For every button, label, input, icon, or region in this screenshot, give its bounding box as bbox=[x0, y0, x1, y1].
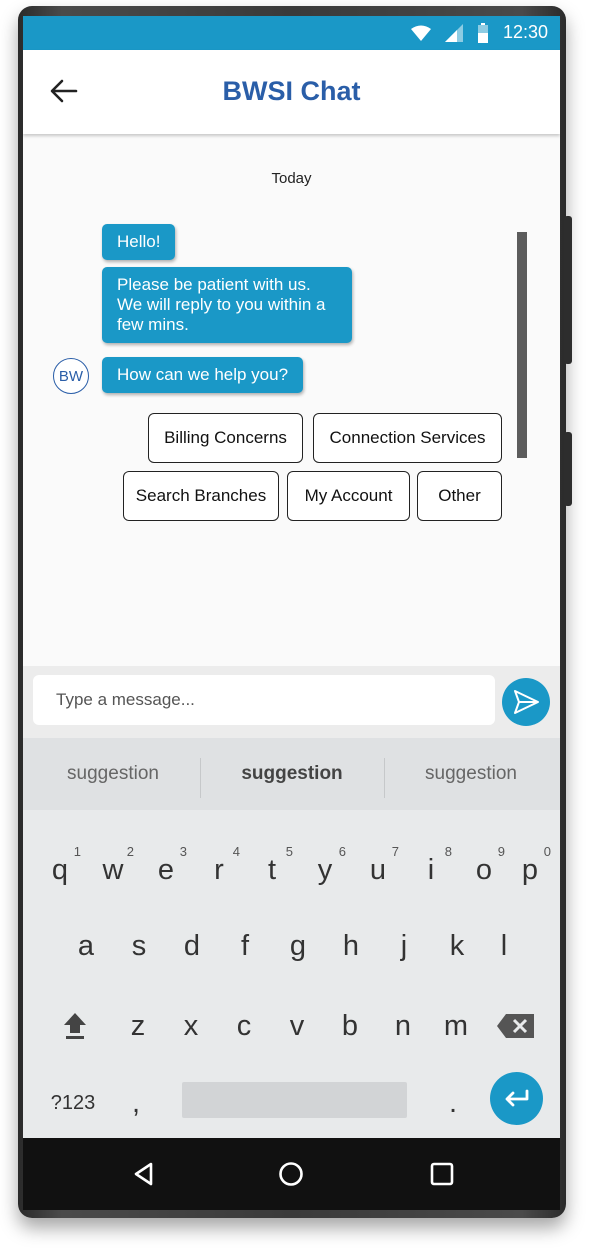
chat-scrollbar[interactable] bbox=[517, 232, 527, 458]
key-n[interactable]: n bbox=[378, 996, 428, 1056]
enter-icon bbox=[505, 1089, 528, 1106]
backspace-key[interactable] bbox=[491, 996, 541, 1056]
key-s[interactable]: s bbox=[114, 916, 164, 976]
key-h[interactable]: h bbox=[326, 916, 376, 976]
system-nav-bar bbox=[23, 1138, 560, 1210]
quick-reply-account[interactable]: My Account bbox=[287, 471, 410, 521]
chat-message: Please be patient with us. We will reply… bbox=[102, 267, 352, 343]
send-button[interactable] bbox=[502, 678, 550, 726]
key-r[interactable]: r4 bbox=[194, 840, 244, 900]
home-circle-icon[interactable] bbox=[277, 1160, 305, 1188]
symbols-key[interactable]: ?123 bbox=[43, 1073, 103, 1133]
signal-icon bbox=[444, 23, 463, 42]
key-o[interactable]: o9 bbox=[459, 840, 509, 900]
quick-reply-branches[interactable]: Search Branches bbox=[123, 471, 279, 521]
keyboard: suggestion suggestion suggestion q1 w2 e… bbox=[23, 738, 560, 1138]
suggestion-left[interactable]: suggestion bbox=[25, 738, 201, 810]
date-separator: Today bbox=[271, 170, 312, 187]
screen: 12:30 BWSI Chat Today Hello! Please be p… bbox=[23, 16, 560, 1210]
back-triangle-icon[interactable] bbox=[130, 1160, 158, 1188]
key-c[interactable]: c bbox=[219, 996, 269, 1056]
period-key[interactable]: . bbox=[428, 1073, 478, 1133]
suggestion-center[interactable]: suggestion bbox=[204, 738, 380, 810]
key-f[interactable]: f bbox=[220, 916, 270, 976]
key-t[interactable]: t5 bbox=[247, 840, 297, 900]
key-d[interactable]: d bbox=[167, 916, 217, 976]
message-input[interactable]: Type a message... bbox=[33, 675, 495, 725]
volume-button bbox=[564, 216, 572, 364]
key-p[interactable]: p0 bbox=[505, 840, 555, 900]
key-x[interactable]: x bbox=[166, 996, 216, 1056]
battery-icon bbox=[477, 22, 488, 43]
chat-message: Hello! bbox=[102, 224, 176, 260]
bot-avatar: BW bbox=[53, 358, 89, 394]
page-title: BWSI Chat bbox=[222, 76, 361, 106]
key-b[interactable]: b bbox=[325, 996, 375, 1056]
key-k[interactable]: k bbox=[432, 916, 482, 976]
wifi-icon bbox=[410, 25, 431, 41]
key-q[interactable]: q1 bbox=[35, 840, 85, 900]
suggestion-right[interactable]: suggestion bbox=[383, 738, 559, 810]
key-w[interactable]: w2 bbox=[88, 840, 138, 900]
comma-key[interactable]: , bbox=[111, 1073, 161, 1133]
composer: Type a message... bbox=[23, 666, 560, 738]
status-bar: 12:30 bbox=[23, 16, 560, 50]
key-u[interactable]: u7 bbox=[353, 840, 403, 900]
chat-message: How can we help you? bbox=[102, 357, 304, 393]
key-e[interactable]: e3 bbox=[141, 840, 191, 900]
key-l[interactable]: l bbox=[479, 916, 529, 976]
suggestion-divider bbox=[200, 758, 201, 798]
send-icon bbox=[514, 690, 539, 714]
shift-key[interactable] bbox=[50, 996, 100, 1056]
key-y[interactable]: y6 bbox=[300, 840, 350, 900]
backspace-icon bbox=[497, 1014, 534, 1038]
quick-reply-other[interactable]: Other bbox=[417, 471, 502, 521]
enter-key[interactable] bbox=[490, 1072, 543, 1125]
key-j[interactable]: j bbox=[379, 916, 429, 976]
key-v[interactable]: v bbox=[272, 996, 322, 1056]
power-button bbox=[564, 432, 572, 506]
suggestion-bar: suggestion suggestion suggestion bbox=[23, 738, 560, 810]
status-time: 12:30 bbox=[502, 22, 548, 42]
quick-reply-billing[interactable]: Billing Concerns bbox=[148, 413, 303, 463]
key-g[interactable]: g bbox=[273, 916, 323, 976]
key-a[interactable]: a bbox=[61, 916, 111, 976]
key-i[interactable]: i8 bbox=[406, 840, 456, 900]
quick-reply-connection[interactable]: Connection Services bbox=[313, 413, 502, 463]
recents-square-icon[interactable] bbox=[428, 1160, 456, 1188]
space-key[interactable] bbox=[182, 1082, 407, 1118]
key-m[interactable]: m bbox=[431, 996, 481, 1056]
key-z[interactable]: z bbox=[113, 996, 163, 1056]
app-bar: BWSI Chat bbox=[23, 50, 560, 134]
shift-icon bbox=[64, 1013, 86, 1039]
